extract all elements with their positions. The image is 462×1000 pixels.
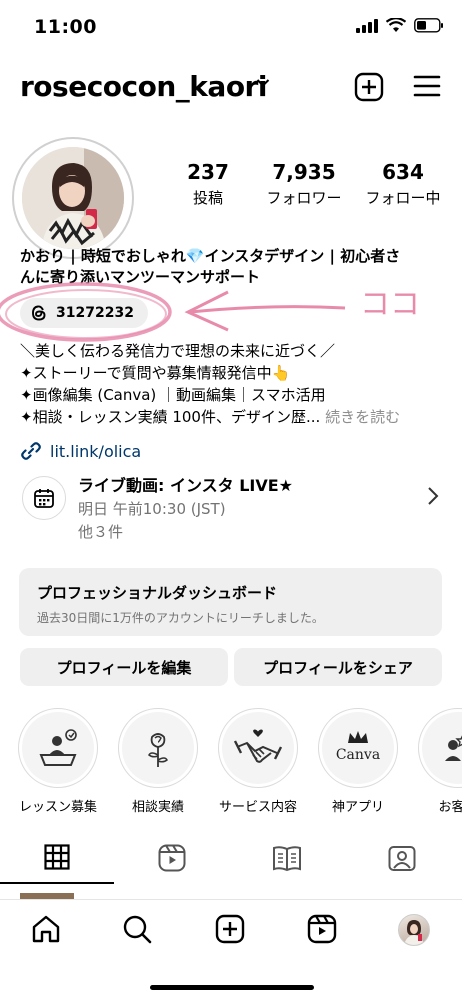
add-post-icon[interactable]	[354, 72, 384, 102]
customer-icon	[445, 735, 462, 761]
reels-tab-icon[interactable]	[158, 844, 186, 872]
rose-icon	[148, 733, 168, 767]
event-more: 他３件	[78, 523, 124, 541]
edit-profile-button[interactable]: プロフィールを編集	[20, 648, 228, 686]
posts-number: 237	[187, 160, 229, 184]
active-tab-indicator	[0, 882, 114, 884]
bottom-navigation	[0, 899, 462, 1000]
avatar-photo	[22, 147, 124, 249]
guide-icon[interactable]	[272, 844, 302, 872]
bio-name-line-1: かおり | 時短でおしゃれ💎インスタデザイン | 初心者さ	[20, 247, 401, 265]
bio-text: ＼美しく伝わる発信力で理想の未来に近づく／ ✦ストーリーで質問や募集情報発信中👆…	[20, 340, 450, 428]
highlight-service[interactable]: サービス内容	[208, 708, 308, 815]
content-tabs	[0, 832, 462, 884]
canva-icon-text: Canva	[336, 747, 380, 763]
following-number: 634	[382, 160, 424, 184]
highlight-customer[interactable]: お客様	[408, 708, 462, 815]
highlight-label-consult: 相談実績	[131, 800, 184, 815]
wifi-icon	[386, 18, 406, 32]
threads-count: 31272232	[56, 305, 134, 321]
highlight-consult[interactable]: 相談実績	[108, 708, 208, 815]
bio-line-4-text: ✦相談・レッスン実績 100件、デザイン歴...	[20, 408, 321, 426]
bio-line-4: ✦相談・レッスン実績 100件、デザイン歴... 続きを読む	[20, 406, 450, 428]
event-title: ライブ動画: インスタ LIVE★	[78, 476, 294, 495]
bio-line-2: ✦ストーリーで質問や募集情報発信中👆	[20, 364, 291, 382]
followers-number: 7,935	[272, 160, 336, 184]
reels-icon[interactable]	[307, 914, 337, 944]
highlight-label-service: サービス内容	[218, 800, 297, 815]
search-icon[interactable]	[122, 914, 152, 944]
professional-dashboard[interactable]: プロフェッショナルダッシュボード 過去30日間に1万件のアカウントにリーチしまし…	[19, 568, 442, 636]
username[interactable]: rosecocon_kaori	[20, 70, 267, 103]
profile-avatar-ring[interactable]	[12, 137, 134, 259]
dashboard-subtitle: 過去30日間に1万件のアカウントにリーチしました。	[37, 611, 324, 625]
lesson-icon	[39, 729, 77, 766]
live-event-card[interactable]: ライブ動画: インスタ LIVE★ 明日 午前10:30 (JST) 他３件	[20, 470, 445, 546]
handshake-icon	[233, 729, 283, 763]
followers-label: フォロワー	[266, 189, 342, 207]
annotation-text: ココ	[360, 287, 420, 322]
status-icons	[356, 18, 444, 33]
posts-label: 投稿	[192, 189, 223, 207]
chevron-right-icon	[428, 487, 439, 505]
following-label: フォロー中	[365, 189, 441, 207]
signal-icon	[356, 18, 378, 33]
home-indicator	[150, 985, 314, 990]
profile-avatar[interactable]	[22, 147, 124, 249]
profile-avatar[interactable]	[398, 914, 430, 946]
highlight-label-customer: お客様	[438, 800, 462, 815]
posts-count[interactable]: 237 投稿	[183, 160, 233, 208]
bio-line-1: ＼美しく伝わる発信力で理想の未来に近づく／	[20, 342, 336, 360]
home-icon[interactable]	[31, 914, 61, 944]
threads-badge[interactable]: 31272232	[20, 298, 148, 328]
status-time: 11:00	[34, 16, 97, 38]
grid-icon[interactable]	[44, 844, 70, 870]
profile-avatar-photo	[404, 920, 424, 945]
status-bar: 11:00	[0, 0, 462, 56]
share-profile-button[interactable]: プロフィールをシェア	[234, 648, 442, 686]
followers-count[interactable]: 7,935 フォロワー	[262, 160, 346, 208]
chevron-down-icon[interactable]	[256, 78, 270, 88]
highlight-app[interactable]: Canva 神アプリ	[308, 708, 408, 815]
create-icon[interactable]	[215, 914, 245, 944]
highlight-lesson[interactable]: レッスン募集	[8, 708, 108, 815]
link-text: lit.link/olica	[50, 441, 142, 461]
link-icon	[21, 442, 41, 460]
battery-icon	[414, 18, 443, 33]
profile-link[interactable]: lit.link/olica	[20, 440, 141, 462]
canva-icon: Canva	[336, 731, 380, 763]
bio-line-3: ✦画像編集 (Canva) ｜動画編集｜スマホ活用	[20, 386, 326, 404]
profile-header: rosecocon_kaori	[0, 66, 462, 110]
read-more-link[interactable]: 続きを読む	[325, 408, 400, 426]
menu-icon[interactable]	[413, 74, 441, 98]
event-time: 明日 午前10:30 (JST)	[78, 500, 226, 518]
tagged-icon[interactable]	[388, 844, 416, 872]
highlight-label-lesson: レッスン募集	[18, 800, 97, 815]
threads-icon	[32, 305, 46, 321]
dashboard-title: プロフェッショナルダッシュボード	[37, 584, 278, 602]
highlight-label-app: 神アプリ	[331, 800, 384, 815]
calendar-icon	[22, 476, 66, 520]
following-count[interactable]: 634 フォロー中	[360, 160, 446, 208]
